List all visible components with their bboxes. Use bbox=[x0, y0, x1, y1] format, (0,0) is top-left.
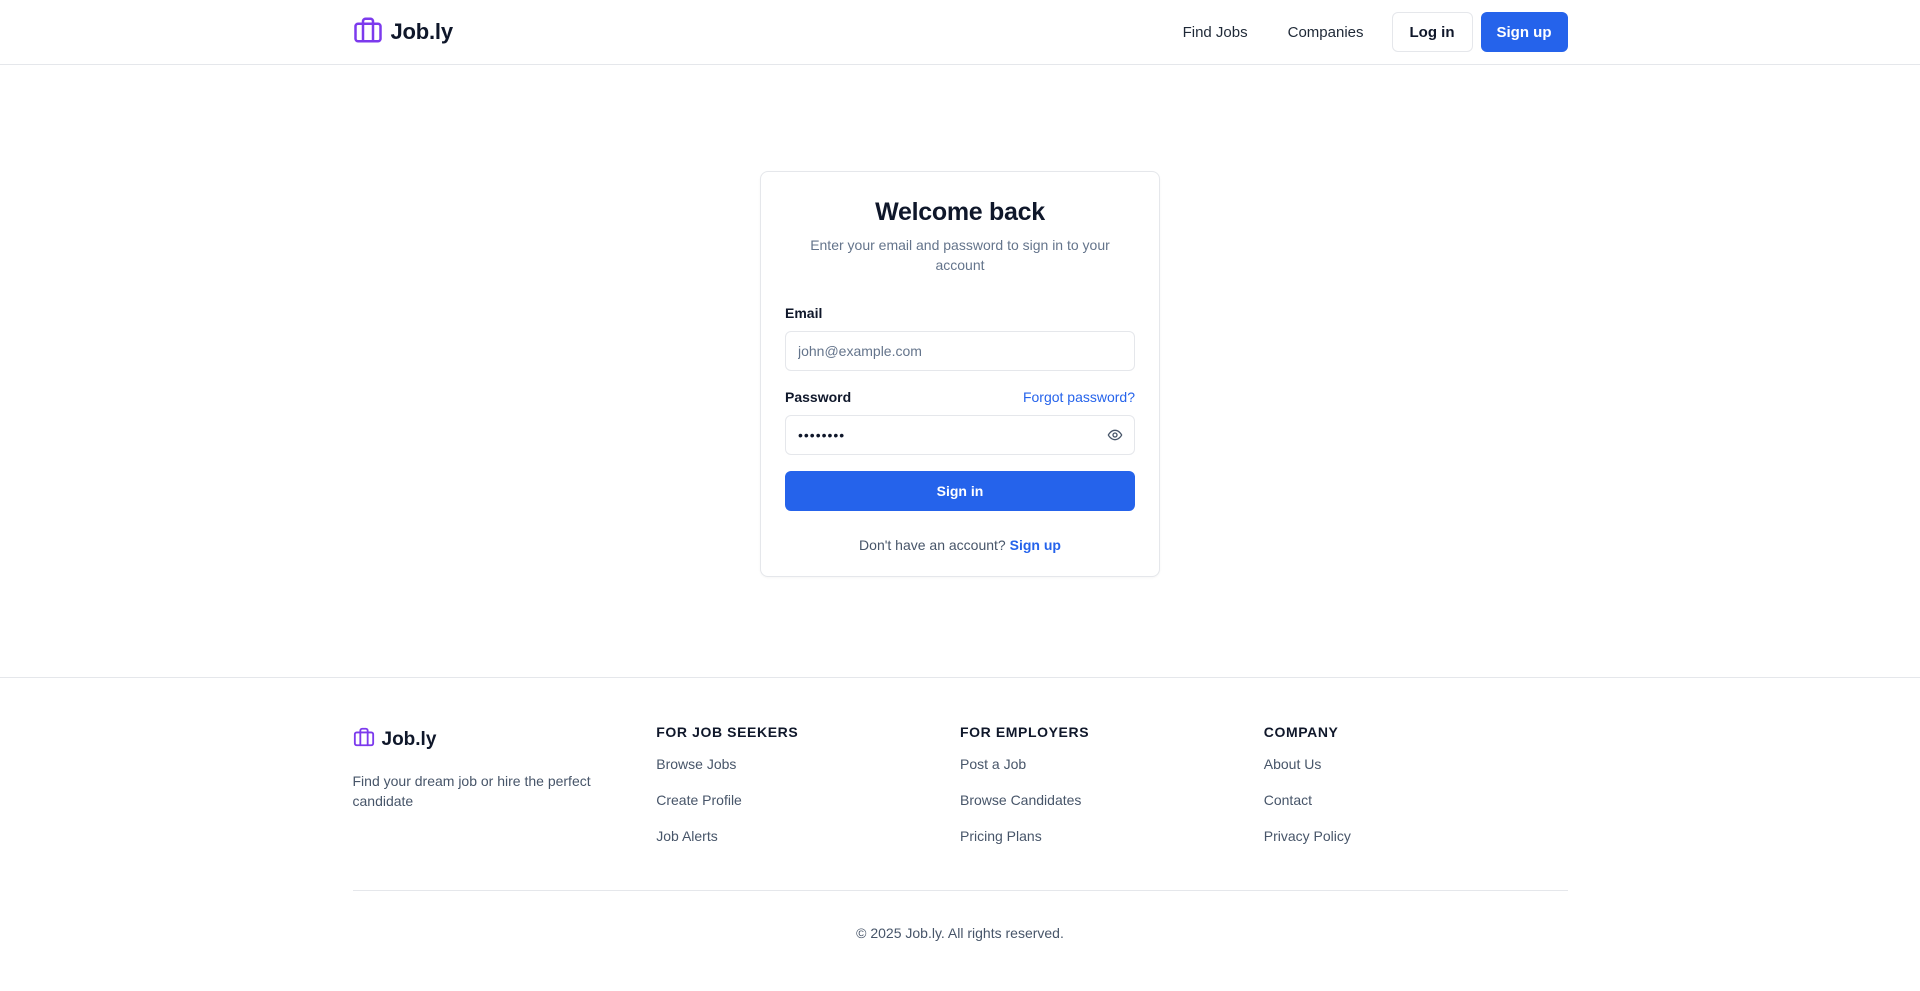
nav-find-jobs[interactable]: Find Jobs bbox=[1163, 16, 1268, 49]
header-container: Job.ly Find Jobs Companies Log in Sign u… bbox=[353, 0, 1568, 64]
footer-columns: Job.ly Find your dream job or hire the p… bbox=[353, 678, 1568, 890]
forgot-password-link[interactable]: Forgot password? bbox=[1023, 389, 1135, 405]
footer-column-title: FOR JOB SEEKERS bbox=[656, 724, 799, 740]
footer-link-job-alerts[interactable]: Job Alerts bbox=[656, 828, 717, 844]
main-content: Welcome back Enter your email and passwo… bbox=[0, 65, 1920, 677]
main-nav: Find Jobs Companies Log in Sign up bbox=[1163, 12, 1568, 52]
footer-column-job-seekers: FOR JOB SEEKERS Browse Jobs Create Profi… bbox=[656, 724, 960, 890]
brand-logo-link[interactable]: Job.ly bbox=[353, 15, 453, 50]
footer-link-about-us[interactable]: About Us bbox=[1264, 756, 1322, 772]
brand-name: Job.ly bbox=[390, 19, 454, 44]
footer-brand: Job.ly bbox=[353, 726, 657, 753]
eye-icon[interactable] bbox=[1107, 427, 1123, 443]
footer-link-list: Post a Job Browse Candidates Pricing Pla… bbox=[960, 753, 1264, 861]
footer-link-create-profile[interactable]: Create Profile bbox=[656, 792, 742, 808]
footer-container: Job.ly Find your dream job or hire the p… bbox=[352, 678, 1568, 941]
copyright: © 2025 Job.ly. All rights reserved. bbox=[856, 925, 1064, 941]
footer-link-browse-jobs[interactable]: Browse Jobs bbox=[656, 756, 736, 772]
signup-prompt: Don't have an account? Sign up bbox=[785, 537, 1135, 553]
footer-link-list: About Us Contact Privacy Policy bbox=[1264, 753, 1568, 861]
footer-brand-name: Job.ly bbox=[381, 728, 437, 750]
password-label: Password bbox=[785, 389, 852, 405]
footer-link-pricing-plans[interactable]: Pricing Plans bbox=[960, 828, 1042, 844]
login-subtitle: Enter your email and password to sign in… bbox=[810, 237, 1110, 273]
briefcase-icon bbox=[353, 726, 375, 753]
login-button[interactable]: Log in bbox=[1391, 12, 1473, 52]
footer-link-privacy-policy[interactable]: Privacy Policy bbox=[1264, 828, 1351, 844]
password-input[interactable] bbox=[785, 415, 1135, 455]
sign-in-button[interactable]: Sign in bbox=[785, 471, 1135, 511]
password-field-wrapper bbox=[785, 405, 1135, 455]
email-label: Email bbox=[785, 305, 823, 321]
password-label-row: Password Forgot password? bbox=[785, 389, 1135, 405]
email-input[interactable] bbox=[785, 331, 1135, 371]
briefcase-icon bbox=[353, 15, 383, 50]
footer-column-title: FOR EMPLOYERS bbox=[960, 724, 1090, 740]
footer-brand-column: Job.ly Find your dream job or hire the p… bbox=[353, 726, 657, 890]
nav-companies[interactable]: Companies bbox=[1268, 16, 1384, 49]
login-card: Welcome back Enter your email and passwo… bbox=[760, 171, 1160, 577]
page-title: Welcome back bbox=[875, 198, 1045, 226]
footer-column-company: COMPANY About Us Contact Privacy Policy bbox=[1263, 724, 1568, 890]
footer-link-post-job[interactable]: Post a Job bbox=[960, 756, 1026, 772]
footer-tagline: Find your dream job or hire the perfect … bbox=[352, 773, 591, 809]
site-header: Job.ly Find Jobs Companies Log in Sign u… bbox=[0, 0, 1920, 65]
no-account-text: Don't have an account? bbox=[859, 537, 1006, 553]
footer-link-browse-candidates[interactable]: Browse Candidates bbox=[960, 792, 1081, 808]
footer-column-employers: FOR EMPLOYERS Post a Job Browse Candidat… bbox=[960, 724, 1264, 890]
footer-link-list: Browse Jobs Create Profile Job Alerts bbox=[656, 753, 960, 861]
site-footer: Job.ly Find your dream job or hire the p… bbox=[0, 677, 1920, 991]
footer-link-contact[interactable]: Contact bbox=[1264, 792, 1312, 808]
footer-column-title: COMPANY bbox=[1263, 724, 1339, 740]
signup-button[interactable]: Sign up bbox=[1480, 12, 1568, 52]
signup-link[interactable]: Sign up bbox=[1010, 537, 1061, 553]
